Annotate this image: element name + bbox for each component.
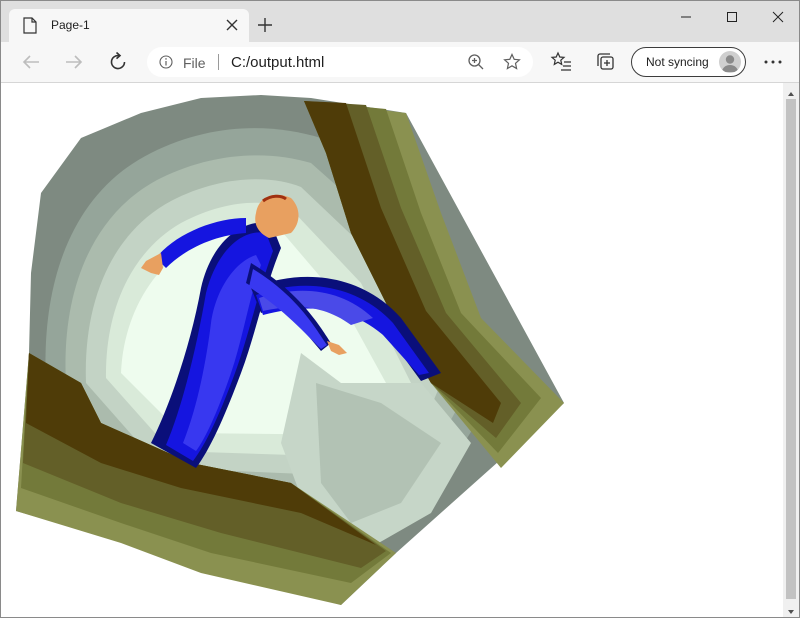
close-window-button[interactable] bbox=[755, 1, 799, 33]
favorite-star-icon[interactable] bbox=[503, 53, 521, 76]
tab-page-1[interactable]: Page-1 bbox=[9, 9, 249, 42]
browser-window: Page-1 File C:/output.html Not syncing bbox=[0, 0, 800, 618]
zoom-icon[interactable] bbox=[467, 53, 485, 76]
minimize-button[interactable] bbox=[663, 1, 709, 33]
minimize-icon bbox=[681, 16, 691, 18]
forward-button[interactable] bbox=[62, 50, 86, 74]
tab-title: Page-1 bbox=[51, 18, 90, 32]
maximize-button[interactable] bbox=[709, 1, 755, 33]
address-divider bbox=[218, 54, 219, 70]
forward-arrow-icon bbox=[66, 55, 83, 69]
tab-strip: Page-1 bbox=[1, 1, 799, 42]
scheme-label: File bbox=[183, 55, 206, 71]
vertical-scrollbar[interactable] bbox=[783, 83, 799, 617]
back-button[interactable] bbox=[19, 50, 43, 74]
collections-button[interactable] bbox=[594, 50, 618, 74]
maximize-icon bbox=[727, 12, 737, 22]
refresh-button[interactable] bbox=[106, 50, 130, 74]
new-tab-icon[interactable] bbox=[257, 17, 273, 33]
favorites-icon bbox=[550, 51, 571, 71]
scroll-down-icon[interactable] bbox=[787, 603, 795, 617]
refresh-icon bbox=[110, 51, 126, 70]
url-text[interactable]: C:/output.html bbox=[231, 54, 324, 71]
navigation-toolbar: File C:/output.html Not syncing bbox=[1, 42, 799, 83]
page-content bbox=[1, 83, 783, 617]
profile-button[interactable]: Not syncing bbox=[631, 47, 746, 77]
back-arrow-icon bbox=[22, 55, 39, 69]
page-icon bbox=[23, 17, 37, 34]
scrollbar-thumb[interactable] bbox=[786, 99, 796, 599]
info-icon[interactable] bbox=[159, 55, 173, 74]
close-icon bbox=[772, 11, 784, 23]
more-options-button[interactable] bbox=[761, 50, 785, 74]
clipart-image bbox=[16, 95, 564, 605]
collections-icon bbox=[597, 53, 614, 70]
profile-label: Not syncing bbox=[646, 55, 709, 69]
ellipsis-icon bbox=[764, 60, 782, 64]
address-bar[interactable]: File C:/output.html bbox=[147, 47, 533, 77]
favorites-button[interactable] bbox=[550, 50, 574, 74]
close-tab-icon[interactable] bbox=[224, 17, 240, 33]
avatar-icon bbox=[719, 51, 741, 73]
